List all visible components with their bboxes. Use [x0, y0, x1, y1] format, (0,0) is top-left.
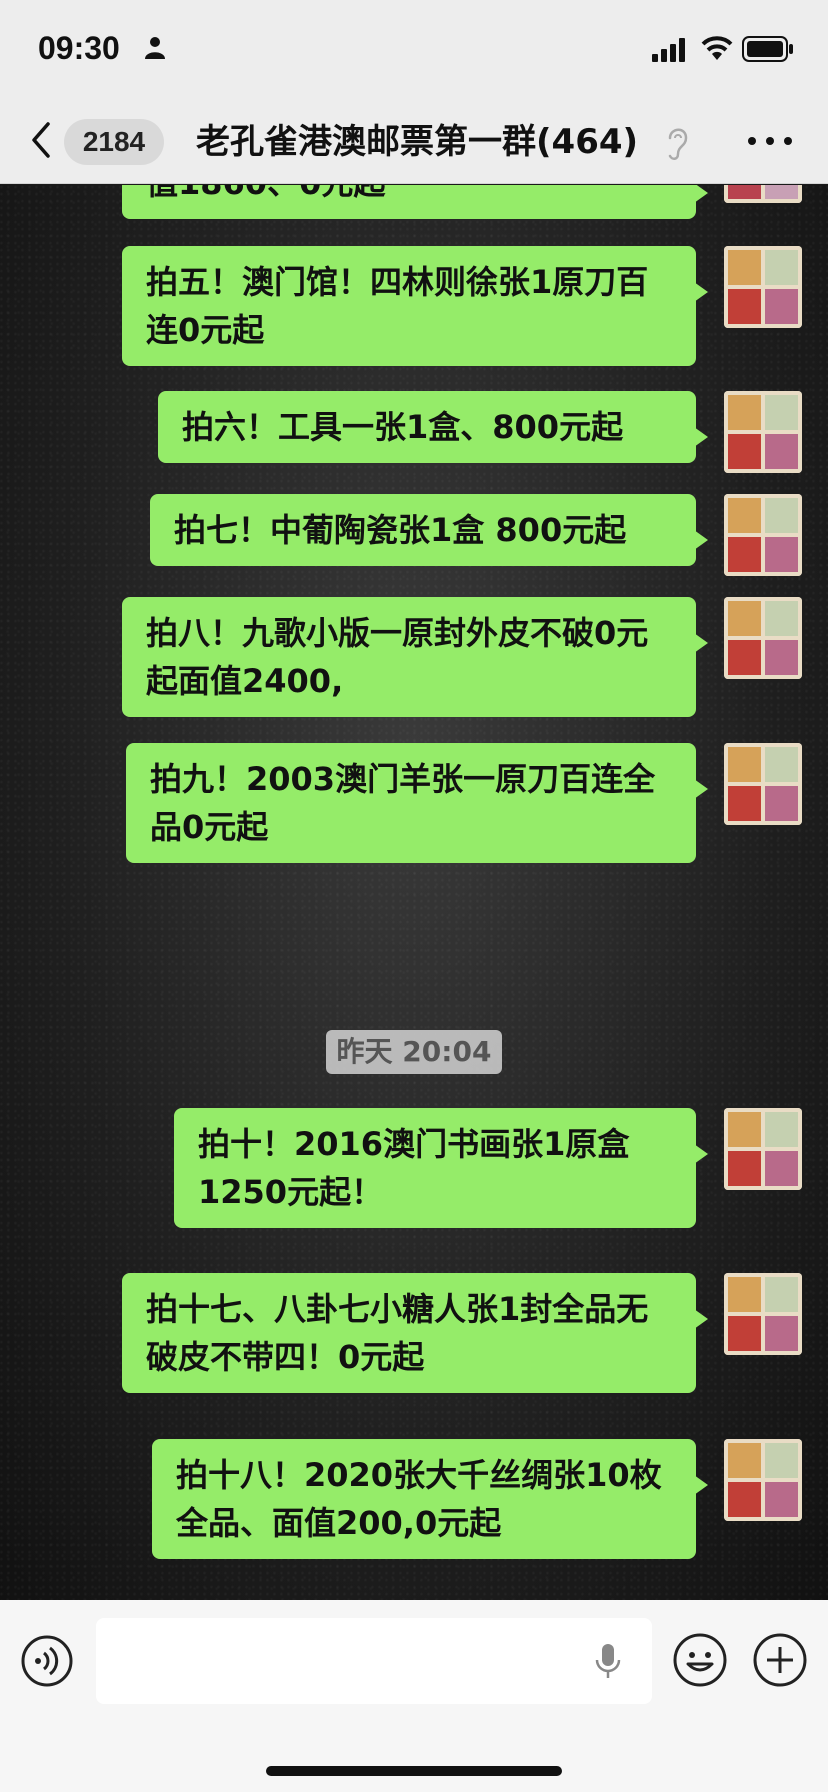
sender-avatar[interactable] [724, 1273, 802, 1355]
sender-avatar[interactable] [724, 494, 802, 576]
message-bubble[interactable]: 拍五！澳门馆！四林则徐张1原刀百连0元起 [122, 246, 708, 366]
sender-avatar[interactable] [724, 391, 802, 473]
message-bubble[interactable]: 拍六！工具一张1盒、800元起 [158, 391, 708, 463]
signal-icon [652, 38, 685, 62]
input-bar [0, 1600, 828, 1792]
message-bubble[interactable]: 拍十七、八卦七小糖人张1封全品无破皮不带四！0元起 [122, 1273, 708, 1393]
message-timestamp: 昨天 20:04 [326, 1030, 502, 1074]
message-bubble[interactable]: 拍九！2003澳门羊张一原刀百连全品0元起 [126, 743, 708, 863]
message-text: 拍九！2003澳门羊张一原刀百连全品0元起 [150, 760, 656, 846]
message-bubble[interactable]: 值1860、0元起 [122, 185, 708, 219]
sender-avatar[interactable] [724, 743, 802, 825]
nav-bar: 2184 老孔雀港澳邮票第一群(464) [0, 98, 828, 184]
more-options-icon[interactable] [744, 124, 796, 158]
message-text: 拍七！中葡陶瓷张1盒 800元起 [174, 511, 627, 549]
message-text: 拍五！澳门馆！四林则徐张1原刀百连0元起 [146, 263, 649, 349]
message-bubble[interactable]: 拍十！2016澳门书画张1原盒1250元起！ [174, 1108, 708, 1228]
sender-avatar[interactable] [724, 1108, 802, 1190]
ear-icon [668, 128, 688, 160]
unread-count-badge[interactable]: 2184 [64, 119, 164, 165]
back-chevron-icon[interactable] [26, 120, 56, 160]
message-text: 拍十八！2020张大千丝绸张10枚全品、面值200,0元起 [176, 1456, 662, 1542]
message-text: 拍八！九歌小版一原封外皮不破0元起面值2400, [146, 614, 649, 700]
message-input[interactable] [96, 1618, 652, 1704]
chat-title: 老孔雀港澳邮票第一群(464) [196, 122, 639, 162]
message-bubble[interactable]: 拍十八！2020张大千丝绸张10枚全品、面值200,0元起 [152, 1439, 708, 1559]
sender-avatar[interactable] [724, 246, 802, 328]
sender-avatar[interactable] [724, 597, 802, 679]
message-bubble[interactable]: 拍八！九歌小版一原封外皮不破0元起面值2400, [122, 597, 708, 717]
chat-area[interactable]: 值1860、0元起 拍五！澳门馆！四林则徐张1原刀百连0元起 拍六！工具一张1盒… [0, 185, 828, 1600]
battery-icon [742, 36, 793, 62]
status-bar: 09:30 [0, 0, 828, 98]
mic-icon[interactable] [594, 1642, 622, 1680]
person-icon [145, 37, 165, 59]
message-text: 拍十七、八卦七小糖人张1封全品无破皮不带四！0元起 [146, 1290, 649, 1376]
message-text: 值1860、0元起 [146, 185, 385, 202]
message-text: 拍六！工具一张1盒、800元起 [182, 408, 624, 446]
message-bubble[interactable]: 拍七！中葡陶瓷张1盒 800元起 [150, 494, 708, 566]
emoji-icon[interactable] [672, 1632, 728, 1688]
home-indicator [266, 1766, 562, 1776]
voice-icon[interactable] [20, 1634, 74, 1688]
sender-avatar[interactable] [724, 1439, 802, 1521]
status-time: 09:30 [38, 30, 120, 66]
plus-icon[interactable] [752, 1632, 808, 1688]
wifi-icon [701, 36, 733, 60]
message-text: 拍十！2016澳门书画张1原盒1250元起！ [198, 1125, 630, 1211]
sender-avatar[interactable] [724, 185, 802, 203]
